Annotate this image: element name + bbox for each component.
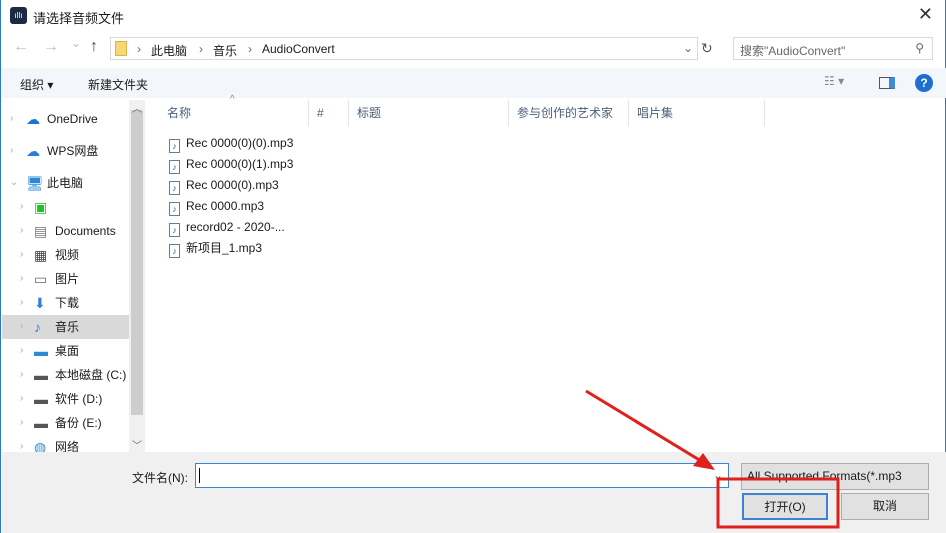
file-open-dialog: ıllı 请选择音频文件 ✕ ← → ⌄ ↑ › 此电脑 › 音乐 › Audi… [0, 0, 946, 533]
red-arrow [585, 389, 707, 466]
highlight-box [716, 477, 840, 529]
annotation-overlay [585, 389, 840, 529]
arrow-head [693, 453, 715, 470]
